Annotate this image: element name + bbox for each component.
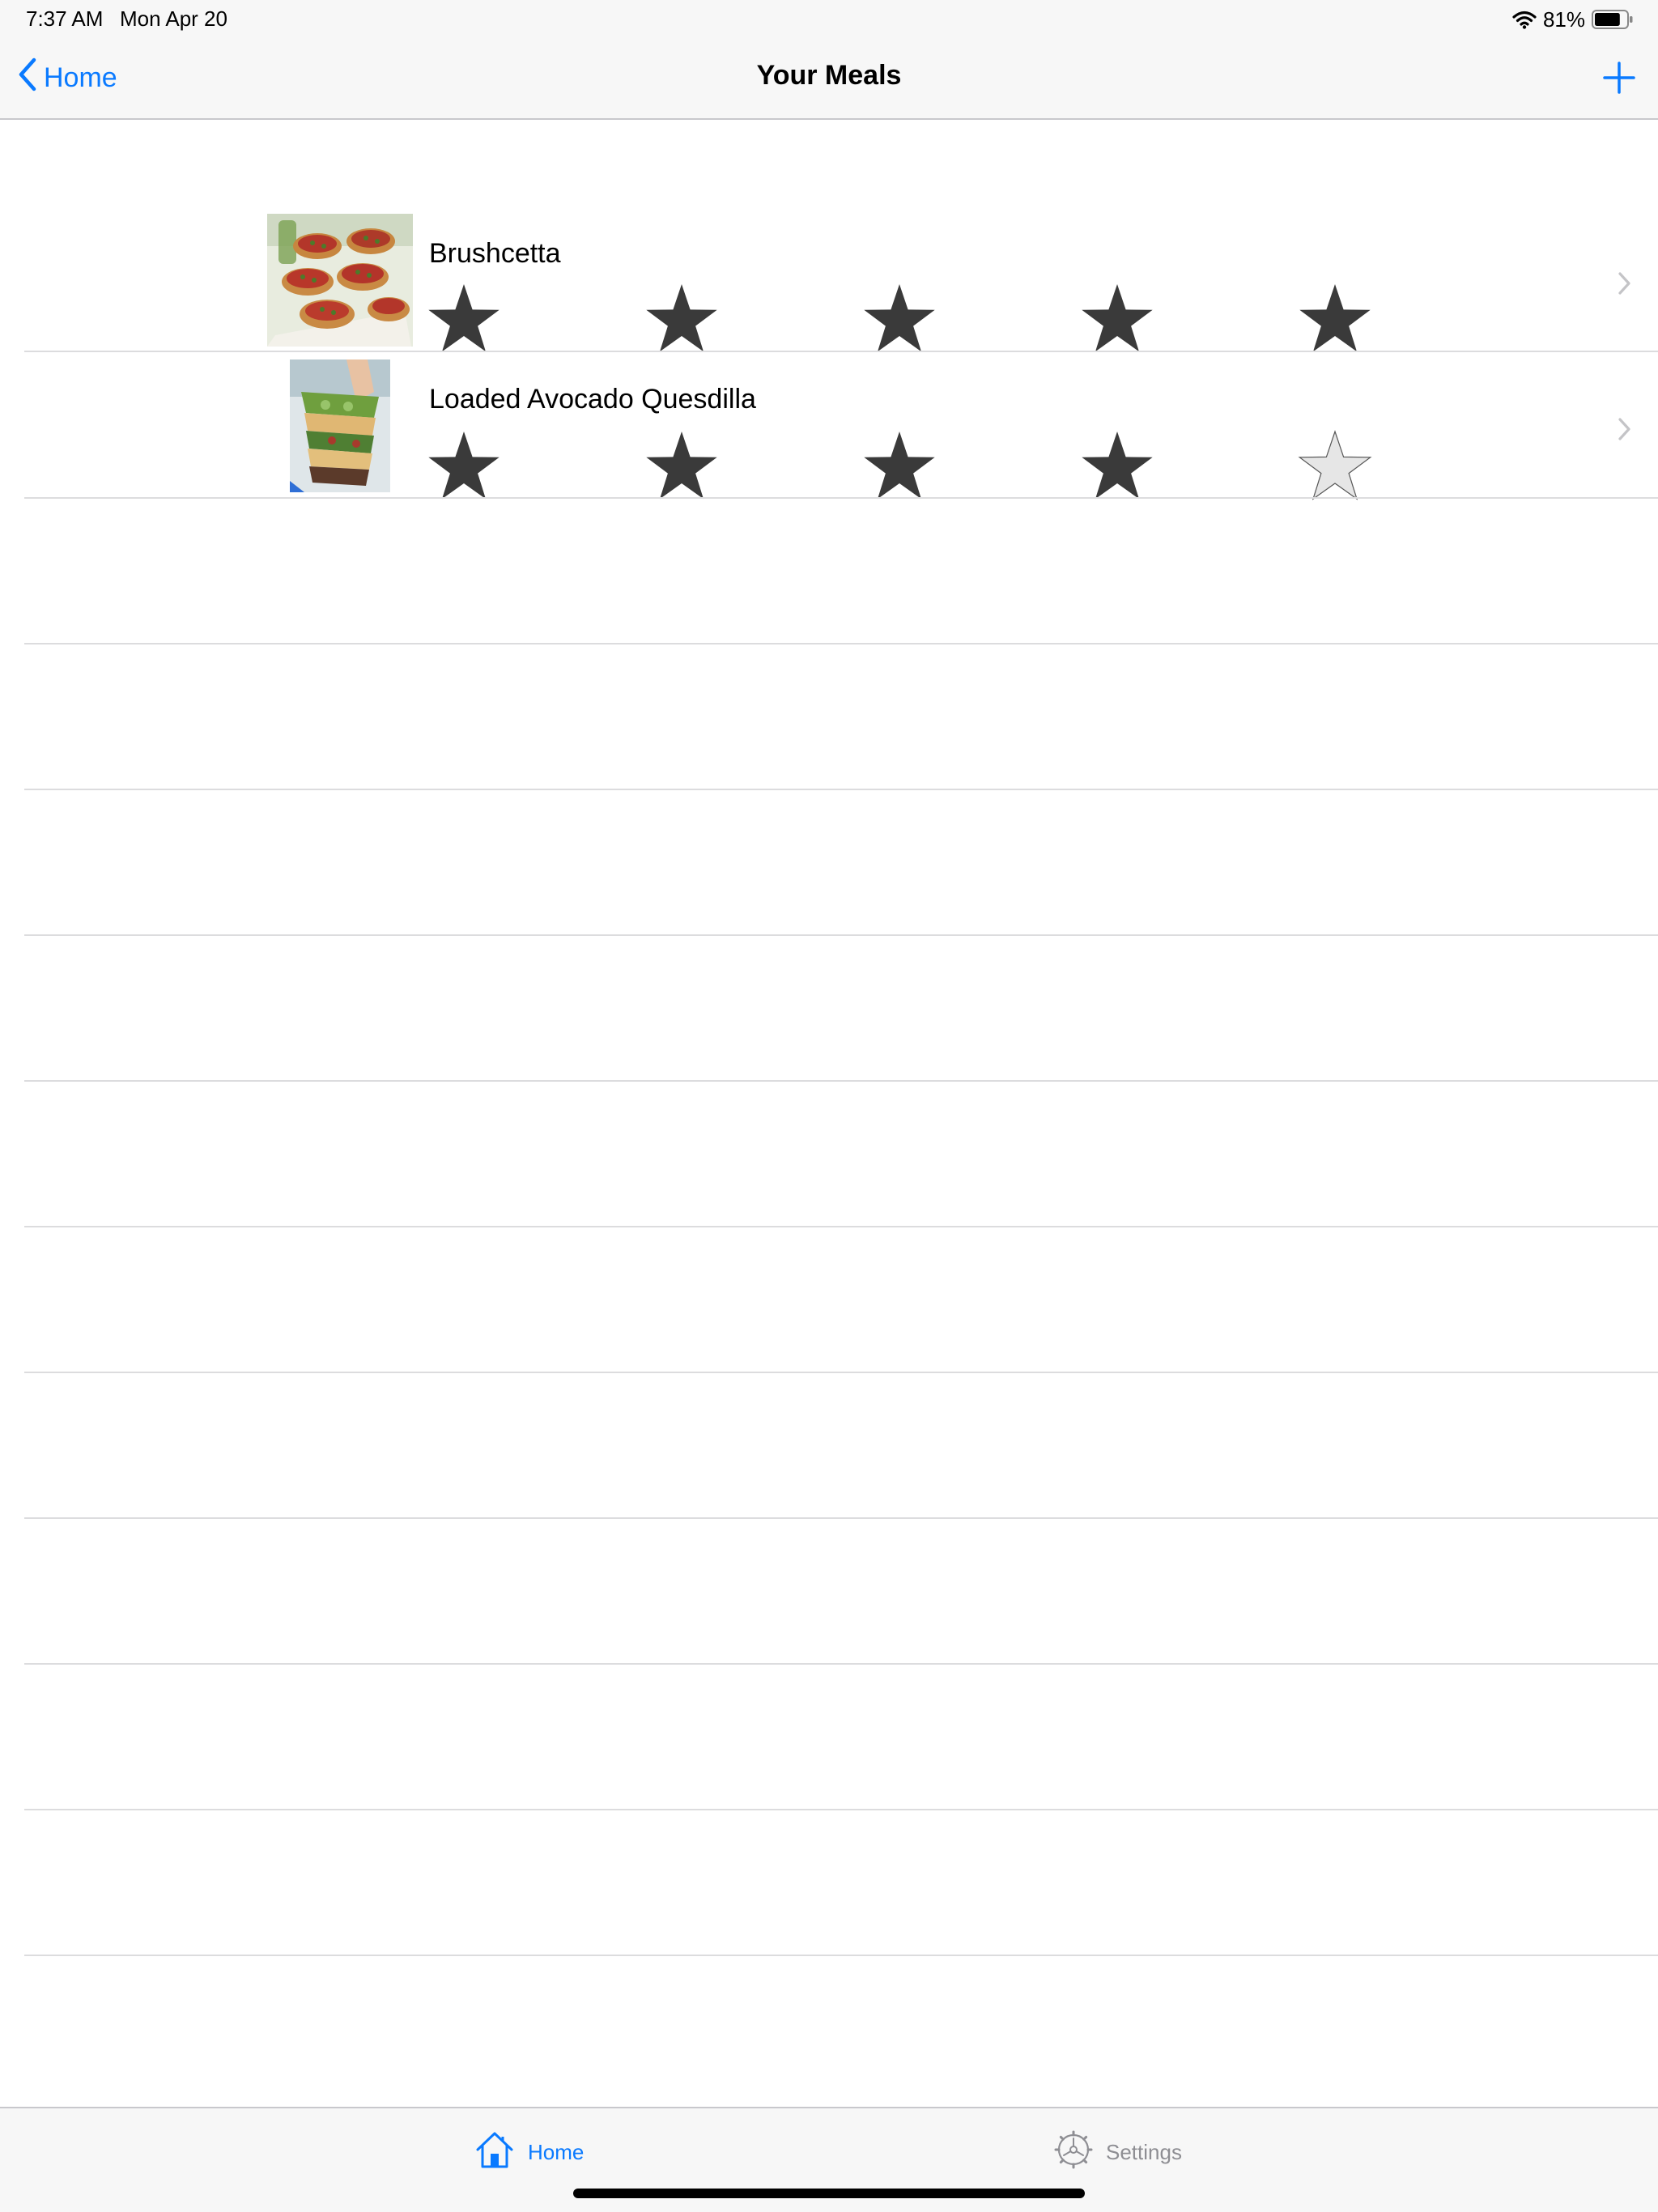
- status-time: 7:37 AM: [26, 6, 104, 31]
- tab-settings[interactable]: Settings: [1054, 2129, 1182, 2175]
- navigation-bar: Home Your Meals: [0, 39, 1658, 120]
- row-separator: [24, 1809, 1658, 1810]
- row-separator: [24, 934, 1658, 936]
- star-filled-icon[interactable]: [1297, 282, 1373, 358]
- battery-icon: [1592, 10, 1634, 29]
- row-separator: [24, 1517, 1658, 1519]
- star-empty-icon[interactable]: [1297, 429, 1373, 505]
- meal-row-1[interactable]: Brushcetta: [0, 204, 1658, 352]
- chevron-right-icon: [1616, 415, 1634, 444]
- star-filled-icon[interactable]: [1079, 429, 1155, 505]
- tab-home-label: Home: [528, 2139, 585, 2164]
- rating-stars: [426, 282, 1381, 361]
- status-date: Mon Apr 20: [120, 6, 227, 31]
- status-bar: 7:37 AM Mon Apr 20 81%: [0, 0, 1658, 39]
- star-filled-icon[interactable]: [861, 429, 937, 505]
- row-separator: [24, 1080, 1658, 1082]
- wifi-icon: [1512, 10, 1537, 29]
- row-separator: [24, 1226, 1658, 1227]
- row-separator: [24, 497, 1658, 499]
- status-indicators: 81%: [1512, 6, 1634, 32]
- row-separator: [24, 789, 1658, 790]
- battery-percent: 81%: [1542, 6, 1585, 32]
- meal-name: Brushcetta: [429, 238, 561, 269]
- plus-icon: [1598, 62, 1640, 102]
- chevron-right-icon: [1616, 269, 1634, 298]
- star-filled-icon[interactable]: [426, 282, 502, 358]
- star-filled-icon[interactable]: [861, 282, 937, 358]
- star-filled-icon[interactable]: [1079, 282, 1155, 358]
- star-filled-icon[interactable]: [426, 429, 502, 505]
- page-title: Your Meals: [756, 60, 902, 91]
- row-separator: [24, 1955, 1658, 1956]
- row-separator: [24, 1372, 1658, 1373]
- tab-settings-label: Settings: [1106, 2139, 1182, 2164]
- meal-row-2[interactable]: Loaded Avocado Quesdilla: [0, 351, 1658, 500]
- add-meal-button[interactable]: [1598, 57, 1640, 99]
- meal-photo: [290, 359, 390, 492]
- gear-icon: [1054, 2130, 1093, 2175]
- row-separator: [24, 643, 1658, 644]
- house-icon: [474, 2129, 515, 2176]
- meal-name: Loaded Avocado Quesdilla: [429, 384, 756, 415]
- row-separator: [24, 1663, 1658, 1665]
- meal-photo: [267, 214, 413, 347]
- star-filled-icon[interactable]: [644, 282, 720, 358]
- tab-home[interactable]: Home: [474, 2129, 584, 2175]
- star-filled-icon[interactable]: [644, 429, 720, 505]
- home-indicator: [573, 2189, 1085, 2198]
